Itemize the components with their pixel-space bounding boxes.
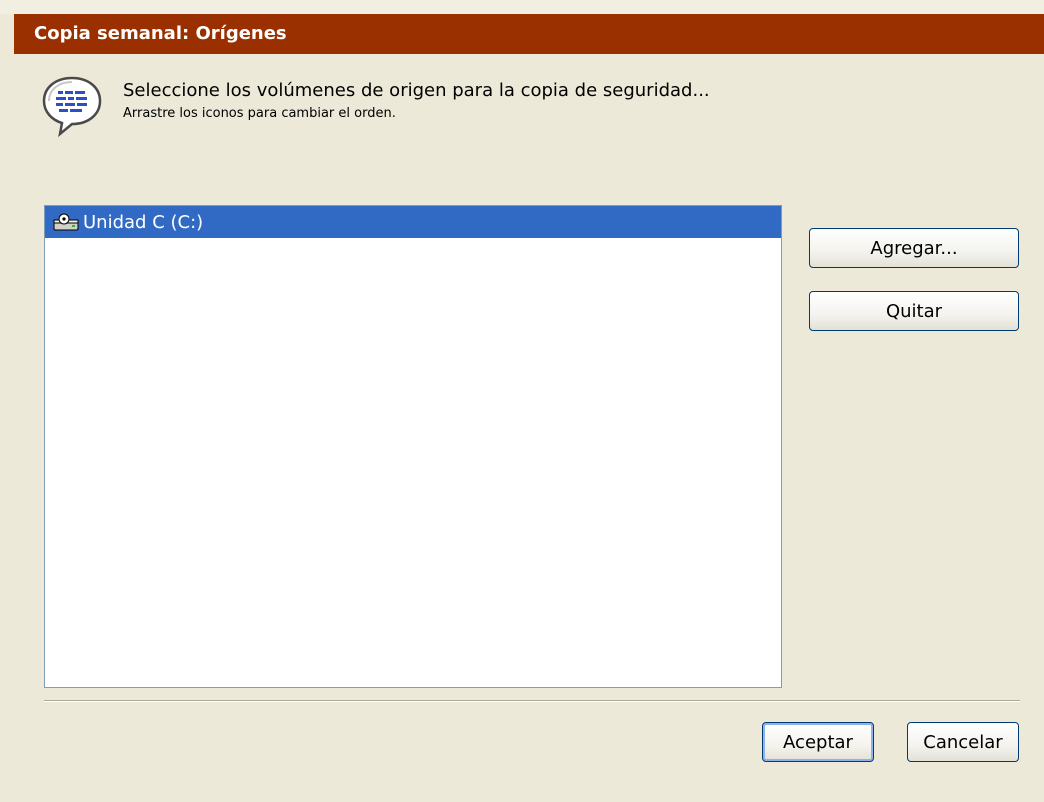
dialog-title: Copia semanal: Orígenes xyxy=(34,23,287,44)
ok-button[interactable]: Aceptar xyxy=(762,722,874,762)
instruction-text: Seleccione los volúmenes de origen para … xyxy=(123,80,710,101)
speech-bubble-info-icon xyxy=(42,76,102,138)
hard-drive-icon xyxy=(53,213,79,231)
list-item-drive-c[interactable]: Unidad C (C:) xyxy=(45,206,781,238)
add-button[interactable]: Agregar... xyxy=(809,228,1019,268)
window-top-strip xyxy=(0,0,1044,14)
dialog-window: Copia semanal: Orígenes Seleccione los v… xyxy=(0,0,1044,802)
source-volumes-list[interactable]: Unidad C (C:) xyxy=(44,205,782,688)
hint-text: Arrastre los iconos para cambiar el orde… xyxy=(123,106,396,121)
list-item-label: Unidad C (C:) xyxy=(83,211,204,233)
remove-button[interactable]: Quitar xyxy=(809,291,1019,331)
cancel-button[interactable]: Cancelar xyxy=(907,722,1019,762)
separator-line xyxy=(44,700,1020,702)
title-bar: Copia semanal: Orígenes xyxy=(14,14,1044,54)
